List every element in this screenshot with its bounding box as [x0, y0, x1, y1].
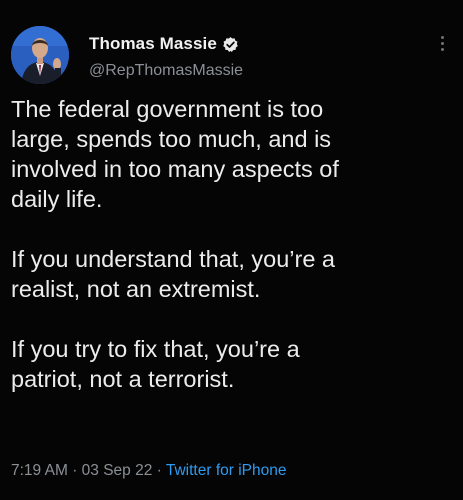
tweet-paragraph: If you try to fix that, you’re a patriot…: [11, 336, 300, 392]
tweet-date[interactable]: 03 Sep 22: [82, 462, 153, 479]
avatar-photo: [11, 26, 69, 84]
verified-badge-icon: [222, 36, 239, 53]
tweet-paragraph: The federal government is too large, spe…: [11, 96, 339, 212]
tweet-timestamp[interactable]: 7:19 AM: [11, 462, 68, 479]
tweet-card: Thomas Massie @RepThomasMassie The feder…: [0, 0, 463, 500]
tweet-text: The federal government is too large, spe…: [11, 94, 451, 394]
tweet-metadata: 7:19 AM · 03 Sep 22 · Twitter for iPhone: [11, 462, 286, 480]
author-handle[interactable]: @RepThomasMassie: [89, 62, 243, 80]
author-name-row: Thomas Massie: [89, 34, 239, 54]
author-display-name[interactable]: Thomas Massie: [89, 34, 217, 54]
tweet-source-link[interactable]: Twitter for iPhone: [166, 462, 287, 479]
vertical-ellipsis-icon[interactable]: [438, 36, 446, 56]
meta-separator: ·: [156, 462, 162, 479]
tweet-paragraph: If you understand that, you’re a realist…: [11, 246, 335, 302]
meta-separator: ·: [72, 462, 78, 479]
avatar[interactable]: [11, 26, 69, 84]
